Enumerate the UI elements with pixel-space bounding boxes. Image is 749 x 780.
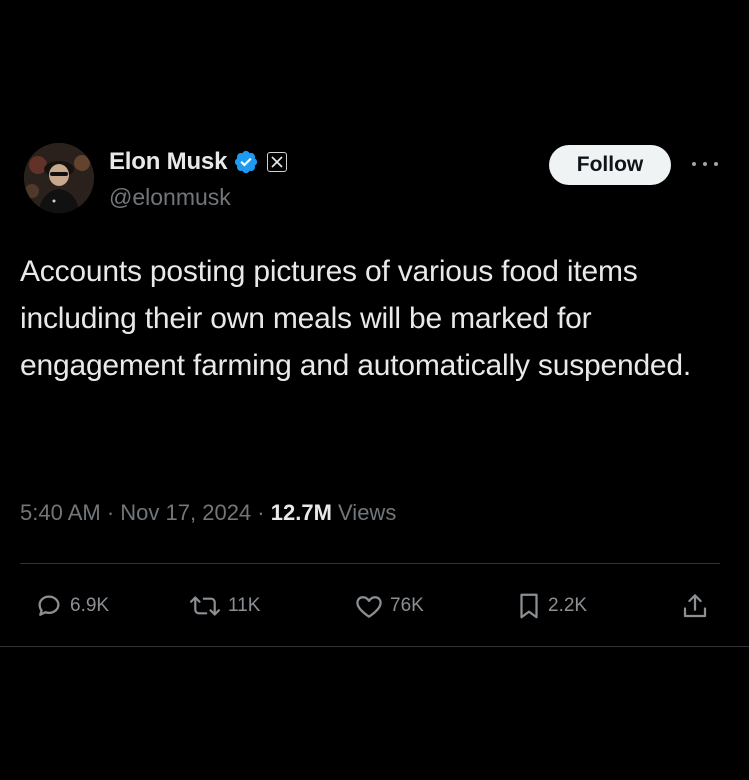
tweet-meta: 5:40 AM · Nov 17, 2024 · 12.7M Views bbox=[20, 500, 396, 526]
repost-icon bbox=[189, 596, 221, 616]
affiliate-badge-icon[interactable] bbox=[267, 152, 288, 172]
repost-count: 11K bbox=[228, 595, 261, 616]
x-logo-icon bbox=[271, 156, 283, 168]
follow-button[interactable]: Follow bbox=[549, 145, 671, 185]
tweet-time[interactable]: 5:40 AM bbox=[20, 500, 101, 525]
like-button[interactable]: 76K bbox=[354, 586, 424, 626]
bookmark-icon bbox=[520, 593, 538, 619]
more-dot bbox=[692, 162, 696, 166]
share-button[interactable] bbox=[680, 586, 710, 626]
like-count: 76K bbox=[390, 595, 424, 616]
divider bbox=[0, 646, 749, 647]
more-dot bbox=[714, 162, 718, 166]
reply-button[interactable]: 6.9K bbox=[34, 586, 109, 626]
action-bar: 6.9K 11K 76K 2.2K bbox=[34, 586, 714, 626]
tweet-date[interactable]: Nov 17, 2024 bbox=[120, 500, 251, 525]
avatar[interactable] bbox=[24, 143, 94, 213]
author-handle[interactable]: @elonmusk bbox=[109, 184, 231, 211]
more-dot bbox=[703, 162, 707, 166]
views-label: Views bbox=[338, 500, 397, 525]
bookmark-button[interactable]: 2.2K bbox=[516, 586, 587, 626]
verified-badge-icon[interactable] bbox=[233, 149, 259, 175]
reply-icon bbox=[38, 595, 60, 616]
reply-count: 6.9K bbox=[70, 595, 110, 616]
tweet-text: Accounts posting pictures of various foo… bbox=[20, 255, 692, 382]
bookmark-count: 2.2K bbox=[548, 595, 588, 616]
tweet-card: Elon Musk @elonmusk Follow Accounts post… bbox=[0, 0, 749, 780]
share-icon bbox=[683, 594, 707, 618]
display-name[interactable]: Elon Musk bbox=[109, 148, 227, 176]
heart-icon bbox=[356, 596, 382, 618]
divider bbox=[20, 563, 720, 564]
more-icon[interactable] bbox=[692, 154, 718, 174]
meta-separator: · bbox=[106, 500, 115, 525]
tweet-header: Elon Musk @elonmusk Follow bbox=[24, 140, 724, 220]
repost-button[interactable]: 11K bbox=[188, 586, 260, 626]
meta-separator: · bbox=[257, 500, 265, 525]
name-row: Elon Musk bbox=[109, 146, 288, 178]
avatar-image bbox=[24, 143, 94, 213]
views-count[interactable]: 12.7M bbox=[271, 500, 332, 525]
